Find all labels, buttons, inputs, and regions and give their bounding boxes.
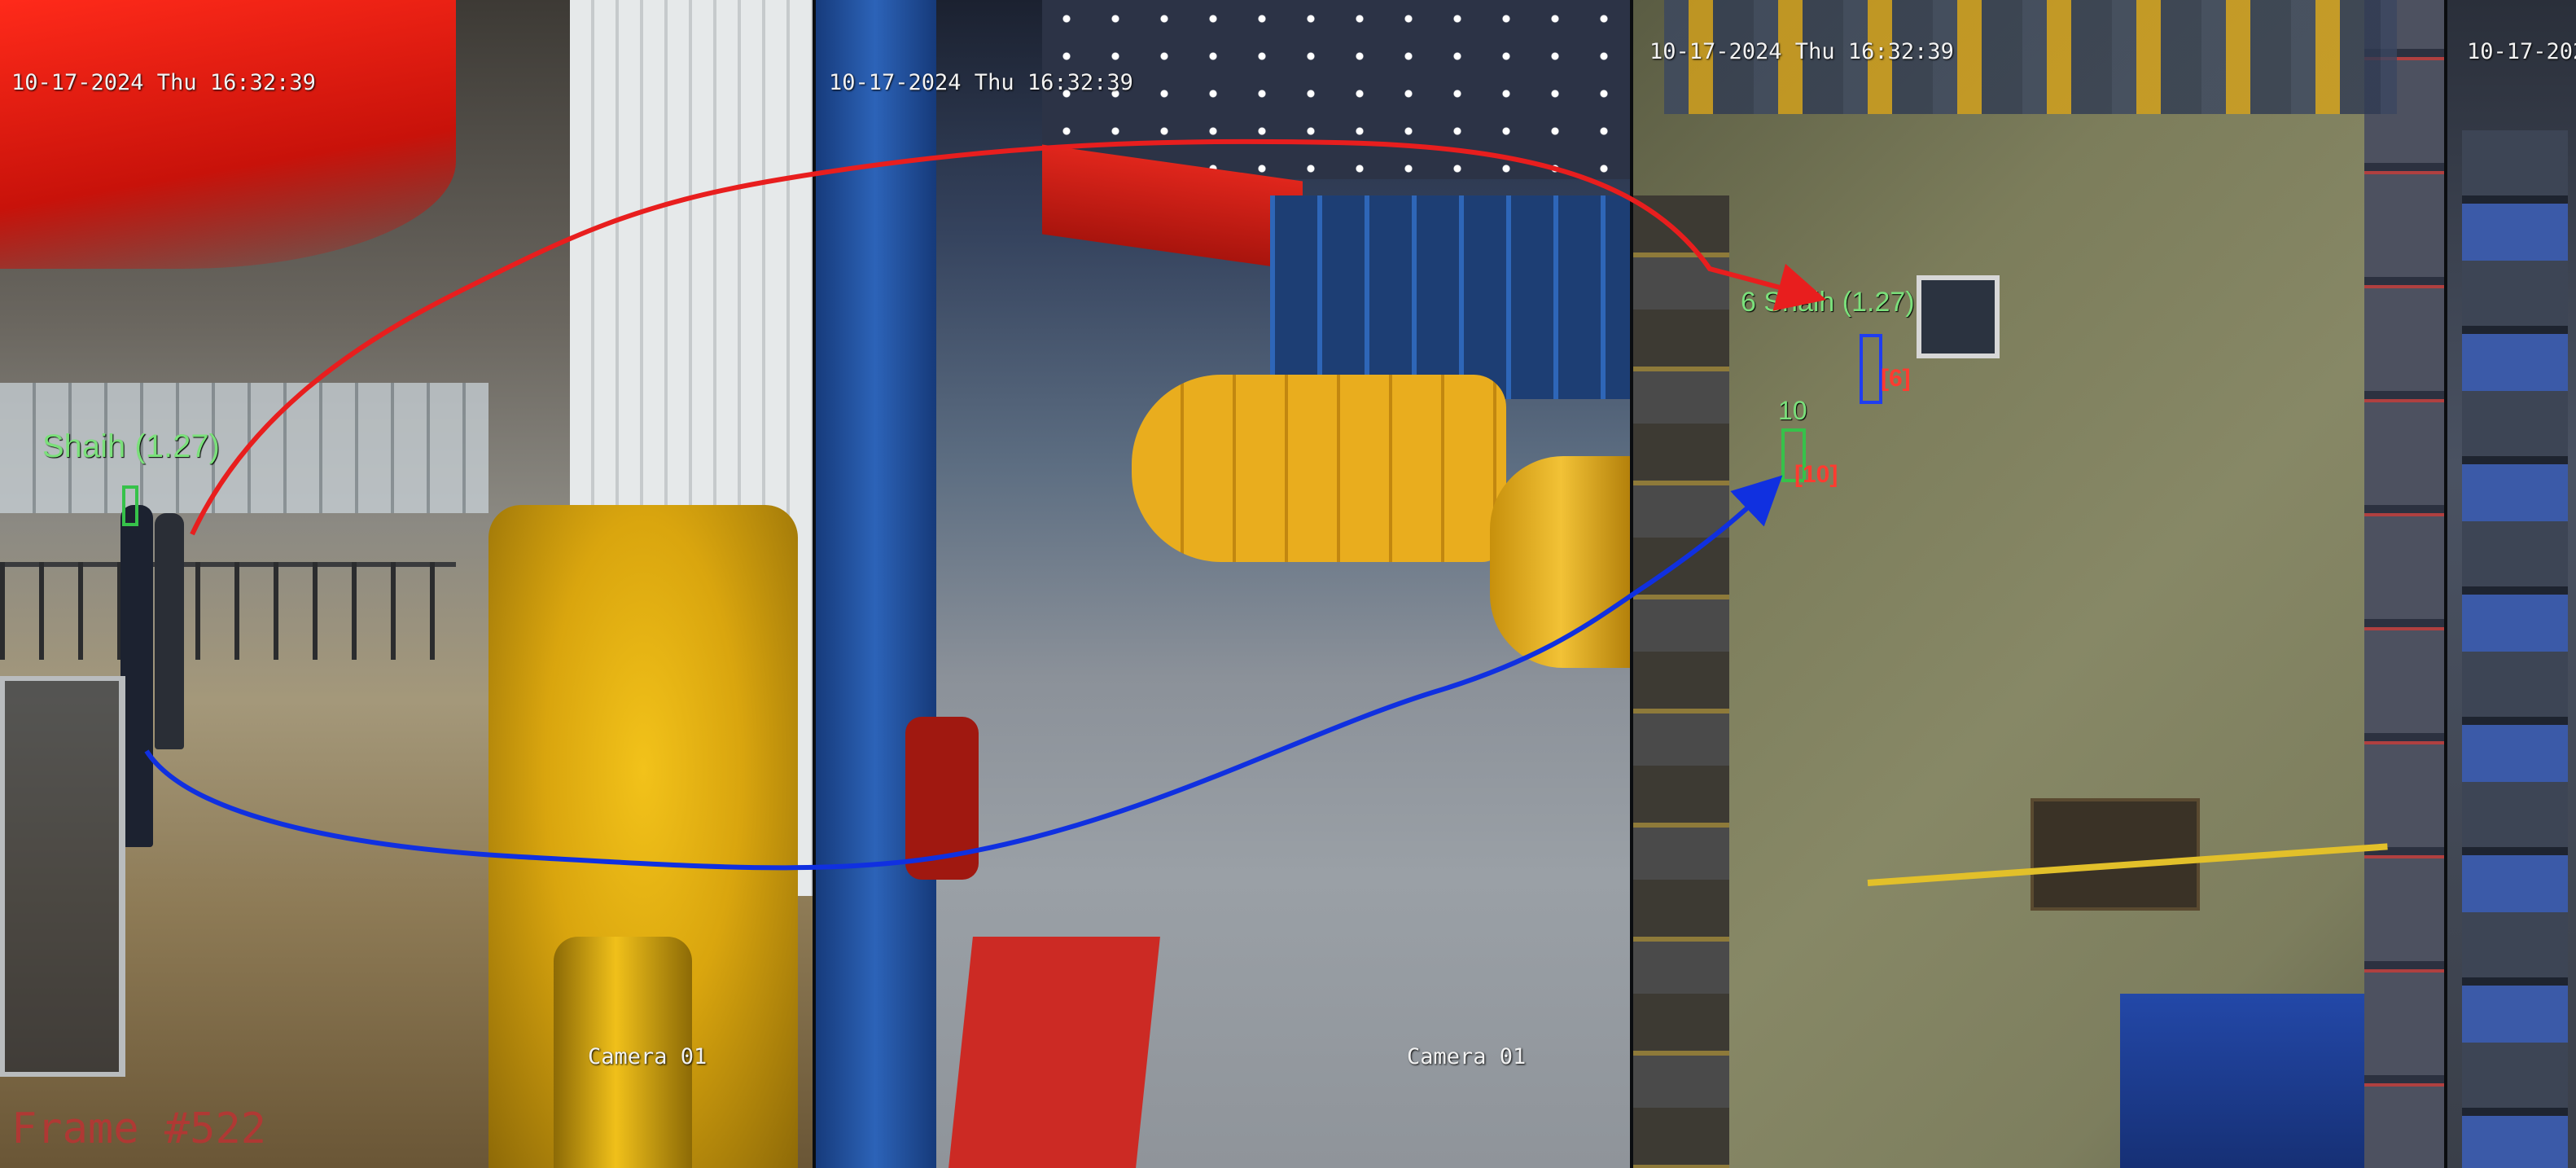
person-bounding-box [122, 485, 138, 526]
panel-divider [1630, 0, 1633, 1168]
overhead-crane-red [0, 0, 456, 269]
floor-hatch [1917, 275, 2000, 358]
track-id-tag: [6] [1881, 365, 1911, 392]
left-equipment-strip [1632, 195, 1729, 1168]
turbine-casing [1490, 456, 1632, 668]
camera-caption: Camera 01 [588, 1044, 708, 1069]
floor-red-marking [948, 937, 1160, 1168]
stair-railing [0, 676, 125, 1077]
camera-timestamp: 10-17-2024 Thu 16:32:39 [1649, 39, 1954, 64]
panel-divider [813, 0, 816, 1168]
bottom-machinery [2120, 994, 2364, 1168]
camera-panel-3: 10-17-2024 Thu 16:32:39 6 Shaih (1.27) [… [1632, 0, 2446, 1168]
frame-counter: Frame #522 [11, 1104, 267, 1153]
worker-figure [155, 513, 184, 749]
floor-equipment [2031, 798, 2200, 911]
side-machinery [2462, 130, 2568, 1168]
camera-timestamp: 10-17-2024 Thu 16:32:39 [11, 70, 316, 95]
person-bounding-box [1860, 334, 1882, 404]
blue-column [814, 0, 936, 1168]
camera-panel-1: 10-17-2024 Thu 16:32:39 Camera 01 Shaih … [0, 0, 814, 1168]
red-equipment [905, 717, 979, 880]
person-track-label: 10 [1778, 396, 1807, 425]
blue-gallery [1270, 195, 1632, 399]
camera-timestamp: 10-17-2024 [2467, 39, 2576, 64]
multi-camera-tracking-frame: 10-17-2024 Thu 16:32:39 Camera 01 Shaih … [0, 0, 2576, 1168]
camera-timestamp: 10-17-2024 Thu 16:32:39 [829, 70, 1133, 95]
railing [0, 562, 456, 660]
right-equipment-strip [2364, 0, 2446, 1168]
turbine-generator [1132, 375, 1506, 562]
track-id-tag: [10] [1794, 461, 1838, 488]
panel-divider [2444, 0, 2447, 1168]
person-track-label: 6 Shaih (1.27) [1741, 287, 1915, 318]
worker-figure [120, 505, 153, 847]
camera-panel-4: 10-17-2024 [2446, 0, 2576, 1168]
camera-caption: Camera 01 [1407, 1044, 1527, 1069]
camera-panel-2: 10-17-2024 Thu 16:32:39 Camera 01 [814, 0, 1632, 1168]
person-track-label: Shaih (1.27) [42, 428, 220, 464]
